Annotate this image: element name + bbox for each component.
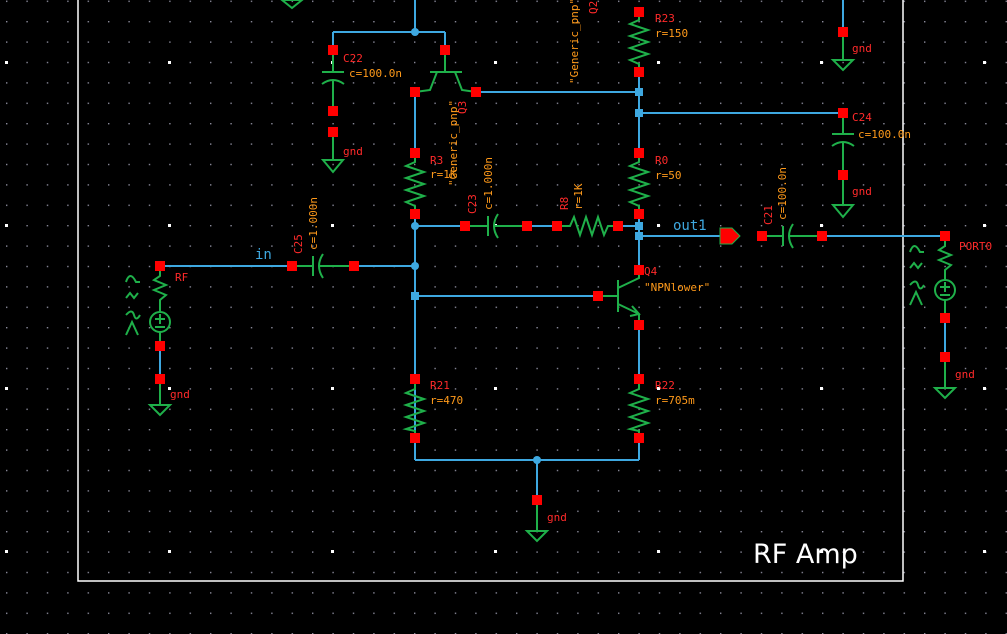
r3-name: R3 bbox=[430, 154, 443, 167]
c22-name: C22 bbox=[343, 52, 363, 65]
port0-name: PORT0 bbox=[959, 240, 992, 253]
q2-name: Q2 bbox=[587, 1, 600, 14]
r21-value: r=470 bbox=[430, 394, 463, 407]
rf-name: RF bbox=[175, 271, 188, 284]
r0-value: r=50 bbox=[655, 169, 682, 182]
r8-name: R8 bbox=[558, 197, 571, 210]
r22-name: R22 bbox=[655, 379, 675, 392]
gnd-label: gnd bbox=[955, 368, 975, 381]
gnd-label: gnd bbox=[852, 185, 872, 198]
gnd-label: gnd bbox=[343, 145, 363, 158]
c25-name: C25 bbox=[292, 234, 305, 254]
net-label-in: in bbox=[255, 247, 272, 263]
r23-name: R23 bbox=[655, 12, 675, 25]
c21-name: C21 bbox=[762, 205, 775, 225]
gnd-label: gnd bbox=[170, 388, 190, 401]
c23-name: C23 bbox=[466, 194, 479, 214]
c22-value: c=100.0n bbox=[349, 67, 402, 80]
r23-value: r=150 bbox=[655, 27, 688, 40]
c23-value: c=1.000n bbox=[482, 157, 495, 210]
schematic-canvas[interactable]: RF Amp C22 c=100.0n Q3 "Generic_pnp" "Ge… bbox=[0, 0, 1007, 634]
q4-model: "NPNlower" bbox=[644, 281, 710, 294]
c21-value: c=100.0n bbox=[776, 167, 789, 220]
schematic[interactable]: RF Amp C22 c=100.0n Q3 "Generic_pnp" "Ge… bbox=[0, 0, 1007, 634]
r22-value: r=705m bbox=[655, 394, 695, 407]
frame-title: RF Amp bbox=[753, 539, 858, 570]
q4-name: Q4 bbox=[644, 265, 658, 278]
net-label-out1: out1 bbox=[673, 218, 707, 234]
gnd-label: gnd bbox=[547, 511, 567, 524]
q2-model: "Generic_pnp" bbox=[568, 0, 581, 84]
c24-name: C24 bbox=[852, 111, 872, 124]
r8-value: r=1K bbox=[572, 183, 585, 210]
r21-name: R21 bbox=[430, 379, 450, 392]
c24-value: c=100.0n bbox=[858, 128, 911, 141]
c25-value: c=1.000n bbox=[307, 197, 320, 250]
r3-value: r=1K bbox=[430, 168, 457, 181]
r0-name: R0 bbox=[655, 154, 668, 167]
gnd-label: gnd bbox=[852, 42, 872, 55]
